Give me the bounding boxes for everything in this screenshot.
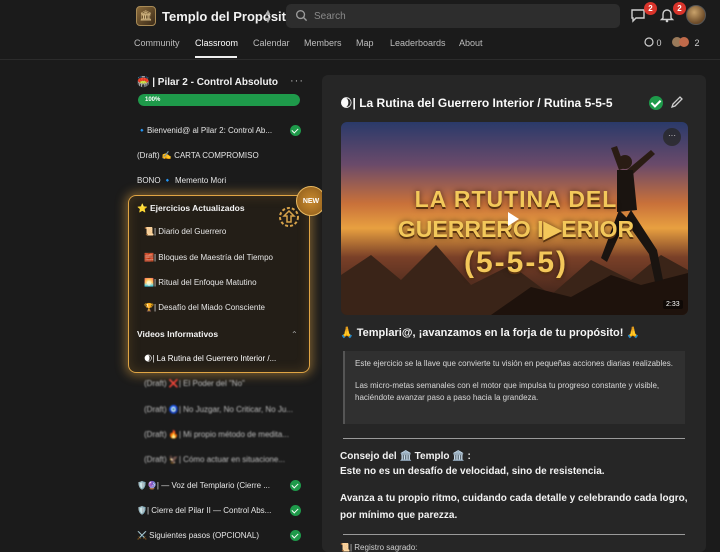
active-tab-indicator: [195, 56, 237, 58]
chevron-up-icon[interactable]: ⌃: [291, 330, 298, 339]
tab-members[interactable]: Members: [304, 38, 342, 48]
lesson-metodo-meditacion[interactable]: (Draft) 🔥| Mi propio método de medita...: [144, 427, 316, 443]
video-options-button[interactable]: ···: [663, 128, 681, 146]
divider: [343, 534, 685, 535]
lesson-desafio-miado-consciente[interactable]: 🏆| Desafío del Miado Consciente: [144, 300, 316, 316]
main-nav: Community Classroom Calendar Members Map…: [0, 32, 720, 60]
member-avatars-icon: [672, 37, 692, 47]
lesson-voz-del-templario[interactable]: 🛡️🔮| — Voz del Templario (Cierre ...: [137, 478, 309, 494]
tab-map[interactable]: Map: [356, 38, 374, 48]
video-duration: 2:33: [663, 300, 683, 309]
lesson-como-actuar[interactable]: (Draft) 🦅| Cómo actuar en situacione...: [144, 452, 316, 468]
completed-check-icon: [290, 530, 301, 541]
lesson-no-juzgar[interactable]: (Draft) 🧿| No Juzgar, No Criticar, No Ju…: [144, 402, 316, 418]
quote-paragraph-2: Las micro-metas semanales con el motor q…: [355, 381, 660, 402]
chat-badge: 2: [644, 2, 657, 15]
site-title[interactable]: Templo del Propósito: [162, 9, 294, 24]
search-bar[interactable]: [286, 4, 620, 28]
progress-label: 100%: [145, 97, 161, 103]
consejo-text: Este no es un desafío de velocidad, sino…: [340, 466, 605, 477]
tab-about[interactable]: About: [459, 38, 483, 48]
advice-text: Avanza a tu propio ritmo, cuidando cada …: [340, 493, 688, 521]
lesson-cierre-pilar-ii[interactable]: 🛡️| Cierre del Pilar II — Control Abs...: [137, 503, 309, 519]
lesson-poder-del-no[interactable]: (Draft) ❌| El Poder del "No": [144, 376, 316, 392]
lesson-title: 🌒| La Rutina del Guerrero Interior / Rut…: [340, 96, 613, 110]
module-title[interactable]: 🏟️ | Pilar 2 - Control Absoluto: [137, 77, 278, 88]
tab-leaderboards[interactable]: Leaderboards: [390, 38, 446, 48]
lesson-completed-icon[interactable]: [649, 96, 663, 110]
notifications-button[interactable]: 2: [659, 2, 686, 25]
community-switcher-icon[interactable]: ▲ ▼: [262, 8, 274, 25]
search-icon: [295, 9, 308, 22]
lesson-headline: 🙏 Templari@, ¡avanzamos en la forja de t…: [340, 327, 641, 339]
lesson-bienvenida[interactable]: 🔹Bienvenid@ al Pilar 2: Control Ab...: [137, 123, 309, 139]
lesson-quote-block: Este ejercicio se la llave que convierte…: [343, 351, 685, 424]
community-logo[interactable]: 🏛: [136, 6, 156, 26]
video-player[interactable]: LA RTUTINA DEL GUERRERO I▶ERIOR (5-5-5) …: [341, 122, 688, 315]
registro-sagrado-label: 📜| Registro sagrado:: [340, 543, 418, 552]
user-avatar[interactable]: [686, 5, 706, 25]
lesson-memento-mori[interactable]: BONO 🔹 Memento Mori: [137, 173, 309, 189]
edit-pencil-icon[interactable]: [670, 95, 684, 109]
completed-check-icon: [290, 505, 301, 516]
lesson-diario-del-guerrero[interactable]: 📜| Diario del Guerrero: [144, 224, 316, 240]
members-count: 2: [694, 38, 700, 48]
module-menu-button[interactable]: ···: [290, 75, 304, 87]
tab-community[interactable]: Community: [134, 38, 180, 48]
video-thumbnail-title: LA RTUTINA DEL GUERRERO I▶ERIOR (5-5-5): [371, 184, 661, 278]
lesson-siguientes-pasos[interactable]: ⚔️ Siguientes pasos (OPCIONAL): [137, 528, 309, 544]
lesson-bloques-de-maestria[interactable]: 🧱| Bloques de Maestría del Tiempo: [144, 250, 316, 266]
members-indicator[interactable]: 2: [672, 37, 700, 48]
module-progress-fill: [138, 94, 300, 106]
online-indicator[interactable]: 0: [644, 37, 662, 48]
search-input[interactable]: [314, 4, 614, 28]
tab-calendar[interactable]: Calendar: [253, 38, 290, 48]
module-progress-bar: 100%: [138, 94, 300, 106]
lesson-content-panel: 🌒| La Rutina del Guerrero Interior / Rut…: [322, 75, 706, 552]
lesson-rutina-guerrero-interior-active[interactable]: 🌒| La Rutina del Guerrero Interior /...: [144, 351, 316, 367]
play-icon[interactable]: [501, 208, 523, 230]
completed-check-icon: [290, 125, 301, 136]
lesson-ritual-enfoque-matutino[interactable]: 🌅| Ritual del Enfoque Matutino: [144, 275, 316, 291]
tab-classroom[interactable]: Classroom: [195, 38, 238, 48]
top-bar: 🏛 Templo del Propósito ▲▼ 2 2: [0, 0, 720, 32]
section-ejercicios-actualizados[interactable]: ⭐ Ejercicios Actualizados: [137, 203, 245, 214]
divider: [343, 438, 685, 439]
online-count: 0: [656, 38, 662, 48]
chat-button[interactable]: 2: [630, 2, 657, 25]
consejo-heading: Consejo del 🏛️ Templo 🏛️ :: [340, 451, 471, 462]
online-chat-icon: [644, 37, 654, 47]
completed-check-icon: [290, 480, 301, 491]
lesson-carta-compromiso[interactable]: (Draft) ✍️ CARTA COMPROMISO: [137, 148, 309, 164]
video-title-line3: (5-5-5): [463, 246, 568, 279]
notifications-badge: 2: [673, 2, 686, 15]
section-videos-informativos[interactable]: Videos Informativos: [137, 329, 218, 339]
quote-paragraph-1: Este ejercicio se la llave que convierte…: [355, 359, 673, 368]
